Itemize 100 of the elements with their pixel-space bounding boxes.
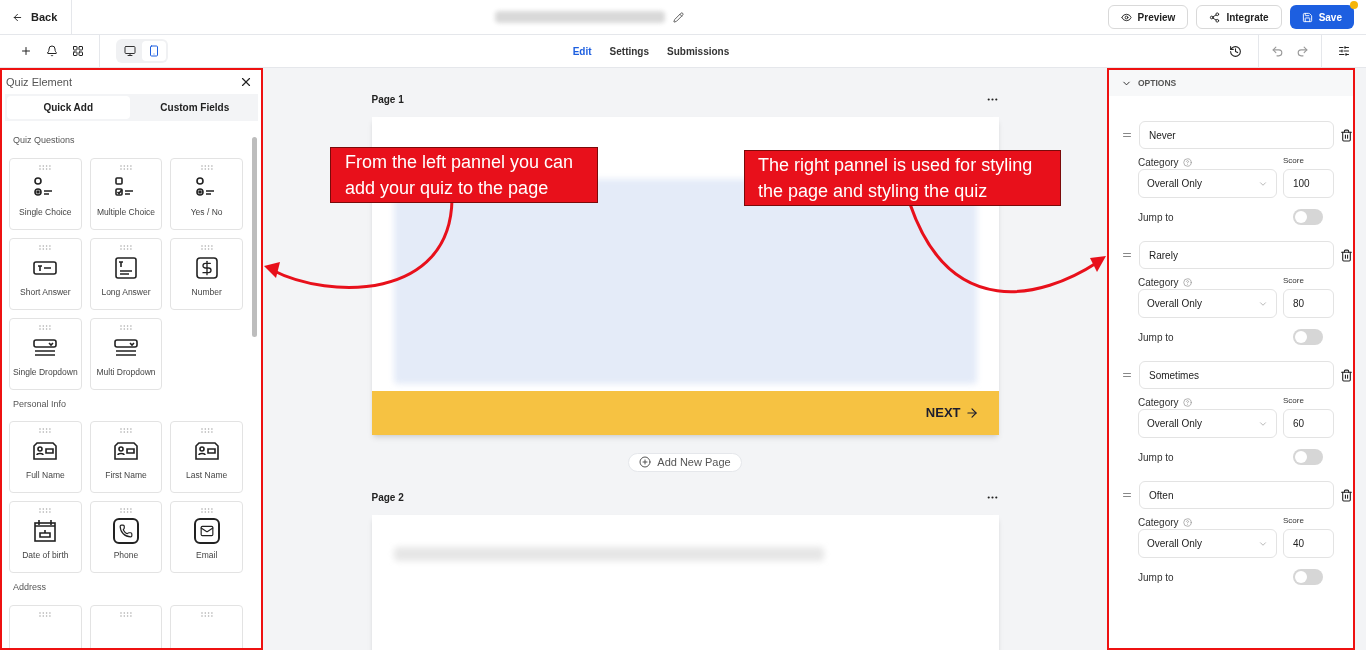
element-label: Multiple Choice xyxy=(96,205,156,219)
option-input[interactable]: Often xyxy=(1139,481,1334,509)
element-card[interactable]: Multiple Choice xyxy=(89,157,163,230)
element-label: Single Dropdown xyxy=(12,365,78,379)
drag-handle-icon xyxy=(199,428,214,433)
option-input[interactable]: Rarely xyxy=(1139,241,1334,269)
delete-icon[interactable] xyxy=(1340,368,1353,382)
score-input[interactable]: 40 xyxy=(1283,529,1334,558)
drag-handle-icon xyxy=(38,611,53,617)
section-title: Personal Info xyxy=(13,397,68,411)
element-card[interactable]: First Name xyxy=(89,421,163,493)
phone-icon xyxy=(113,518,139,544)
back-arrow-icon xyxy=(12,11,23,23)
mobile-view-button[interactable] xyxy=(142,41,166,61)
settings-sliders-icon[interactable] xyxy=(1338,45,1350,57)
field-label: Jump to xyxy=(1138,330,1174,345)
field-label: Jump to xyxy=(1138,570,1174,585)
drag-handle-icon xyxy=(38,324,53,330)
text-area-icon xyxy=(113,254,139,281)
category-select[interactable]: Overall Only xyxy=(1138,409,1277,438)
integrate-button[interactable]: Integrate xyxy=(1196,5,1282,29)
drag-handle-icon xyxy=(119,244,133,250)
scrollbar-thumb[interactable] xyxy=(251,137,257,337)
help-icon[interactable] xyxy=(1182,517,1192,527)
page-label: Page 2 xyxy=(371,490,404,505)
jump-toggle[interactable] xyxy=(1293,449,1323,465)
field-label: Score xyxy=(1283,275,1305,287)
field-label: Score xyxy=(1283,395,1305,407)
share-icon xyxy=(1209,11,1221,23)
save-icon xyxy=(1301,11,1313,23)
next-button[interactable]: NEXT xyxy=(925,403,979,423)
help-icon[interactable] xyxy=(1182,397,1192,407)
drag-handle-icon xyxy=(199,164,214,170)
close-icon[interactable] xyxy=(239,75,253,89)
element-label: Date of birth xyxy=(22,549,69,562)
element-card[interactable]: Phone xyxy=(89,501,163,573)
element-card[interactable]: Yes / No xyxy=(170,157,243,230)
panel-tab[interactable]: Custom Fields xyxy=(133,96,256,119)
element-label: Yes / No xyxy=(190,205,223,219)
element-card[interactable]: Last Name xyxy=(170,421,243,493)
field-label: Score xyxy=(1283,155,1305,167)
bell-icon[interactable] xyxy=(46,45,58,57)
jump-toggle[interactable] xyxy=(1293,209,1323,225)
jump-toggle[interactable] xyxy=(1293,329,1323,345)
delete-icon[interactable] xyxy=(1340,128,1353,142)
editor-tab[interactable]: Submissions xyxy=(667,43,730,59)
preview-button[interactable]: Preview xyxy=(1107,5,1189,29)
element-card[interactable]: Date of birth xyxy=(9,501,82,573)
jump-toggle[interactable] xyxy=(1293,569,1323,585)
back-button[interactable]: Back xyxy=(0,0,72,34)
editor-tab[interactable]: Settings xyxy=(609,43,650,59)
desktop-icon xyxy=(124,45,136,57)
field-label: Category xyxy=(1138,275,1179,290)
delete-icon[interactable] xyxy=(1340,488,1353,502)
element-card[interactable]: Single Dropdown xyxy=(9,317,82,390)
history-icon[interactable] xyxy=(1229,44,1242,58)
plus-circle-icon xyxy=(639,456,652,469)
element-card[interactable]: Email xyxy=(170,501,243,573)
element-card[interactable]: Single Choice xyxy=(9,157,82,230)
drag-handle-icon xyxy=(119,164,133,170)
element-label: Short Answer xyxy=(20,285,71,299)
grid-icon[interactable] xyxy=(72,45,84,57)
drag-handle-icon xyxy=(199,244,214,250)
element-label: Multi Dropdown xyxy=(96,365,156,379)
callout: The right pannel is used for styling the page and styling the quiz xyxy=(744,150,1061,206)
drag-handle-icon xyxy=(38,428,53,433)
field-label: Category xyxy=(1138,155,1179,170)
help-icon[interactable] xyxy=(1182,157,1192,167)
drag-handle-icon xyxy=(38,164,53,170)
element-card[interactable]: Full Name xyxy=(9,421,82,493)
element-card[interactable]: Short Answer xyxy=(9,237,82,310)
birthday-calendar-icon xyxy=(32,518,59,544)
element-card[interactable]: Number xyxy=(170,237,243,310)
drag-handle-icon xyxy=(199,508,214,513)
category-select[interactable]: Overall Only xyxy=(1138,169,1277,198)
field-label: Category xyxy=(1138,395,1179,410)
field-label: Category xyxy=(1138,515,1179,530)
editor-tab[interactable]: Edit xyxy=(572,43,592,59)
add-page-button[interactable]: Add New Page xyxy=(628,453,742,472)
score-input[interactable]: 60 xyxy=(1283,409,1334,438)
element-card[interactable]: Long Answer xyxy=(89,237,163,310)
field-label: Jump to xyxy=(1138,450,1174,465)
add-icon[interactable] xyxy=(20,45,32,57)
option-input[interactable]: Never xyxy=(1139,121,1334,149)
category-select[interactable]: Overall Only xyxy=(1138,289,1277,318)
drag-handle-icon xyxy=(119,611,133,617)
help-icon[interactable] xyxy=(1182,277,1192,287)
panel-tab[interactable]: Quick Add xyxy=(7,96,130,119)
option-input[interactable]: Sometimes xyxy=(1139,361,1334,389)
score-input[interactable]: 100 xyxy=(1283,169,1334,198)
delete-icon[interactable] xyxy=(1340,248,1353,262)
mobile-icon xyxy=(148,45,160,57)
edit-title-icon[interactable] xyxy=(673,11,685,23)
category-select[interactable]: Overall Only xyxy=(1138,529,1277,558)
field-label: Jump to xyxy=(1138,210,1174,225)
score-input[interactable]: 80 xyxy=(1283,289,1334,318)
redo-icon[interactable] xyxy=(1296,44,1309,58)
element-label: Number xyxy=(191,285,222,299)
element-card[interactable]: Multi Dropdown xyxy=(89,317,163,390)
undo-icon[interactable] xyxy=(1271,44,1284,58)
